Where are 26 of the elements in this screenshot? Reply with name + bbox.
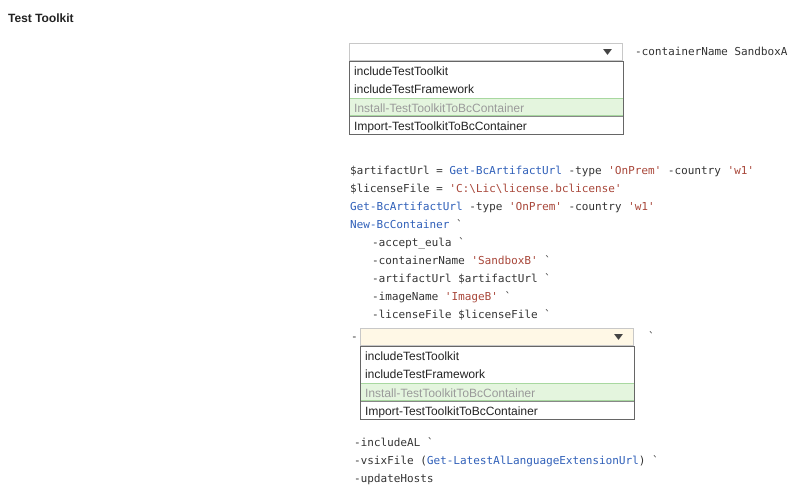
code-line: -includeAL `: [354, 436, 434, 449]
code-text: -containerName SandboxA: [635, 44, 788, 60]
dropdown-option[interactable]: Import-TestToolkitToBcContainer: [361, 401, 634, 419]
code-line: -containerName 'SandboxB' `: [372, 254, 551, 267]
code-line: -accept_eula `: [372, 236, 465, 249]
code-line: -imageName 'ImageB' `: [372, 290, 512, 303]
caret-icon: [603, 49, 612, 55]
caret-icon: [614, 334, 623, 340]
code-line: $artifactUrl = Get-BcArtifactUrl -type 'OnPrem' -country 'w1': [350, 164, 754, 177]
code-line: -artifactUrl $artifactUrl `: [372, 272, 551, 285]
code-text: -: [350, 328, 359, 345]
code-line: -updateHosts: [354, 472, 434, 485]
code-line: New-BcContainer `: [350, 218, 463, 231]
code-line: -vsixFile (Get-LatestAlLanguageExtensionUrl) `: [354, 454, 659, 467]
dropdown-option[interactable]: includeTestFramework: [350, 80, 623, 98]
section-title: Test Toolkit: [8, 11, 74, 25]
dropdown-option[interactable]: includeTestFramework: [361, 365, 634, 383]
code-line: Get-BcArtifactUrl -type 'OnPrem' -country 'w1': [350, 200, 655, 213]
dropdown-option[interactable]: includeTestToolkit: [361, 347, 634, 365]
code-line: -licenseFile $licenseFile `: [372, 308, 551, 321]
combo-box[interactable]: [349, 43, 623, 61]
dropdown-option[interactable]: includeTestToolkit: [350, 62, 623, 80]
dropdown-option[interactable]: Import-TestToolkitToBcContainer: [350, 116, 623, 134]
combo-box[interactable]: [360, 328, 634, 346]
code-text: `: [648, 328, 655, 345]
code-line: $licenseFile = 'C:\Lic\license.bclicense': [350, 182, 622, 195]
